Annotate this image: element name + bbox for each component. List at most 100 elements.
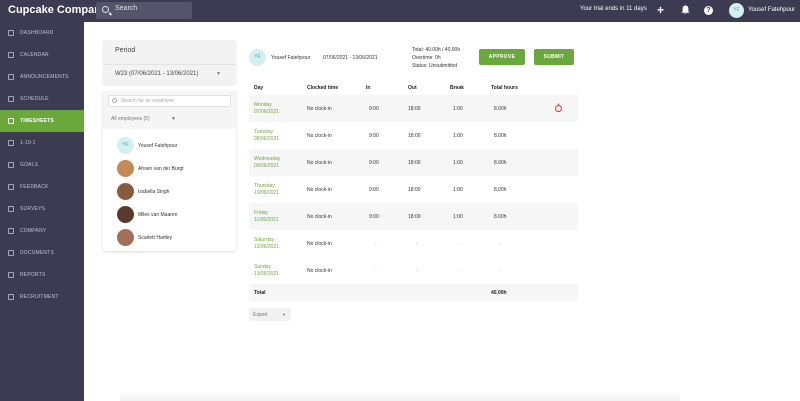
top-bar: Cupcake Company Search Your trial ends i… xyxy=(0,0,800,22)
break-cell[interactable]: 1:00 xyxy=(453,187,463,193)
avatar[interactable]: YF xyxy=(729,3,744,18)
sidebar-item-company[interactable]: COMPANY xyxy=(0,220,84,242)
table-row[interactable]: Monday 07/06/2021 No clock-in 9:00 18:00 … xyxy=(249,95,578,122)
weekday: Monday xyxy=(254,102,272,108)
date: 07/06/2021 xyxy=(254,109,280,115)
out-cell[interactable]: - xyxy=(416,241,418,247)
table-row[interactable]: Thursday 10/06/2021 No clock-in 9:00 18:0… xyxy=(249,176,578,203)
break-cell[interactable]: 1:00 xyxy=(453,214,463,220)
bell-icon[interactable] xyxy=(680,5,691,16)
trial-notice: Your trial ends in 11 days xyxy=(580,6,647,12)
sidebar-item-feedback[interactable]: FEEDBACK xyxy=(0,176,84,198)
weekday: Friday xyxy=(254,210,268,216)
user-name[interactable]: Yousef Fatehpour xyxy=(748,7,795,13)
sidebar-item-recruitment[interactable]: RECRUITMENT xyxy=(0,286,84,308)
total-cell: - xyxy=(500,241,502,247)
day-cell[interactable]: Wednesday 09/06/2021 xyxy=(254,156,280,170)
day-cell[interactable]: Tuesday 08/06/2021 xyxy=(254,129,279,143)
timesheet-icon xyxy=(8,118,14,124)
out-cell[interactable]: - xyxy=(416,268,418,274)
footer-shadow xyxy=(120,390,680,401)
period-title: Period xyxy=(115,47,136,54)
employee-filter-select[interactable]: All employees (5) xyxy=(111,116,150,122)
break-cell[interactable]: 1:00 xyxy=(453,106,463,112)
employee-name: Yousef Fatehpour xyxy=(138,143,178,149)
clocked-cell: No clock-in xyxy=(307,268,332,274)
search-placeholder: Search xyxy=(115,5,138,12)
building-icon xyxy=(8,228,14,234)
table-row[interactable]: Wednesday 09/06/2021 No clock-in 9:00 18:… xyxy=(249,149,578,176)
delete-icon[interactable] xyxy=(555,103,562,112)
sidebar-item-label: GOALS xyxy=(20,162,39,168)
break-cell[interactable]: 1:00 xyxy=(453,133,463,139)
sidebar-item-reports[interactable]: REPORTS xyxy=(0,264,84,286)
employee-item[interactable]: Isabella Singh xyxy=(103,180,236,203)
out-cell[interactable]: 18:00 xyxy=(408,160,421,166)
out-cell[interactable]: 18:00 xyxy=(408,187,421,193)
break-cell[interactable]: 1:00 xyxy=(453,160,463,166)
sidebar-item-1-10-1[interactable]: 1-10-1 xyxy=(0,132,84,154)
timesheet-user-name: Yousef Fatehpour xyxy=(271,55,311,61)
export-dropdown[interactable]: Export ▼ xyxy=(249,308,291,321)
break-cell[interactable]: - xyxy=(458,268,460,274)
help-icon[interactable]: ? xyxy=(704,6,713,15)
table-row[interactable]: Tuesday 08/06/2021 No clock-in 9:00 18:00… xyxy=(249,122,578,149)
in-cell[interactable]: 9:00 xyxy=(369,133,379,139)
column-header-in: In xyxy=(366,85,371,91)
calendar-icon xyxy=(8,52,14,58)
weekday: Thursday xyxy=(254,183,275,189)
in-cell[interactable]: - xyxy=(375,241,377,247)
table-row[interactable]: Saturday 12/06/2021 No clock-in - - - - xyxy=(249,230,578,257)
day-cell[interactable]: Thursday 10/06/2021 xyxy=(254,183,279,197)
employee-item[interactable]: YF Yousef Fatehpour xyxy=(103,134,236,157)
out-cell[interactable]: 18:00 xyxy=(408,214,421,220)
caret-down-icon[interactable]: ▼ xyxy=(171,116,176,122)
company-name[interactable]: Cupcake Company xyxy=(8,4,107,16)
dashboard-icon xyxy=(8,30,14,36)
sidebar-item-goals[interactable]: GOALS xyxy=(0,154,84,176)
column-header-total: Total hours xyxy=(491,85,518,91)
employee-item[interactable]: Scarlett Hartley xyxy=(103,226,236,249)
period-select[interactable]: W23 (07/06/2021 - 13/06/2021) xyxy=(115,71,198,77)
employee-search-input[interactable]: Search for an employee xyxy=(108,95,231,107)
in-cell[interactable]: - xyxy=(375,268,377,274)
caret-down-icon: ▼ xyxy=(282,312,286,317)
out-cell[interactable]: 18:00 xyxy=(408,133,421,139)
column-header-break: Break xyxy=(450,85,464,91)
employee-item[interactable]: Ahsen van der Burgt xyxy=(103,157,236,180)
table-row[interactable]: Friday 11/06/2021 No clock-in 9:00 18:00 … xyxy=(249,203,578,230)
sidebar-item-label: SURVEYS xyxy=(20,206,46,212)
employee-panel: Search for an employee All employees (5)… xyxy=(103,91,236,251)
date: 11/06/2021 xyxy=(254,217,279,223)
sidebar-item-calendar[interactable]: CALENDAR xyxy=(0,44,84,66)
submit-button[interactable]: SUBMIT xyxy=(534,49,574,65)
in-cell[interactable]: 9:00 xyxy=(369,187,379,193)
approve-button[interactable]: APPROVE xyxy=(479,49,525,65)
day-cell[interactable]: Monday 07/06/2021 xyxy=(254,102,279,116)
day-cell[interactable]: Friday 11/06/2021 xyxy=(254,210,279,224)
survey-icon xyxy=(8,206,14,212)
day-cell[interactable]: Saturday 12/06/2021 xyxy=(254,237,279,251)
out-cell[interactable]: 18:00 xyxy=(408,106,421,112)
employee-panel-header: Search for an employee All employees (5)… xyxy=(103,91,236,129)
sidebar-item-schedule[interactable]: SCHEDULE xyxy=(0,88,84,110)
in-cell[interactable]: 9:00 xyxy=(369,106,379,112)
day-cell[interactable]: Sunday 13/06/2021 xyxy=(254,264,279,278)
table-row[interactable]: Sunday 13/06/2021 No clock-in - - - - xyxy=(249,257,578,284)
document-icon xyxy=(8,250,14,256)
global-search[interactable]: Search xyxy=(96,2,192,19)
in-cell[interactable]: 9:00 xyxy=(369,214,379,220)
sidebar-item-label: CALENDAR xyxy=(20,52,49,58)
sidebar-item-dashboard[interactable]: DASHBOARD xyxy=(0,22,84,44)
break-cell[interactable]: - xyxy=(458,241,460,247)
plus-icon[interactable]: + xyxy=(655,4,666,16)
sidebar-item-announcements[interactable]: ANNOUNCEMENTS xyxy=(0,66,84,88)
sidebar-item-timesheets[interactable]: TIMESHEETS xyxy=(0,110,84,132)
sidebar-item-documents[interactable]: DOCUMENTS xyxy=(0,242,84,264)
in-cell[interactable]: 9:00 xyxy=(369,160,379,166)
employee-item[interactable]: Miles van Maaren xyxy=(103,203,236,226)
date: 09/06/2021 xyxy=(254,163,280,169)
sidebar: DASHBOARD CALENDAR ANNOUNCEMENTS SCHEDUL… xyxy=(0,22,84,401)
sidebar-item-surveys[interactable]: SURVEYS xyxy=(0,198,84,220)
chevron-down-icon[interactable]: ▼ xyxy=(216,71,221,77)
